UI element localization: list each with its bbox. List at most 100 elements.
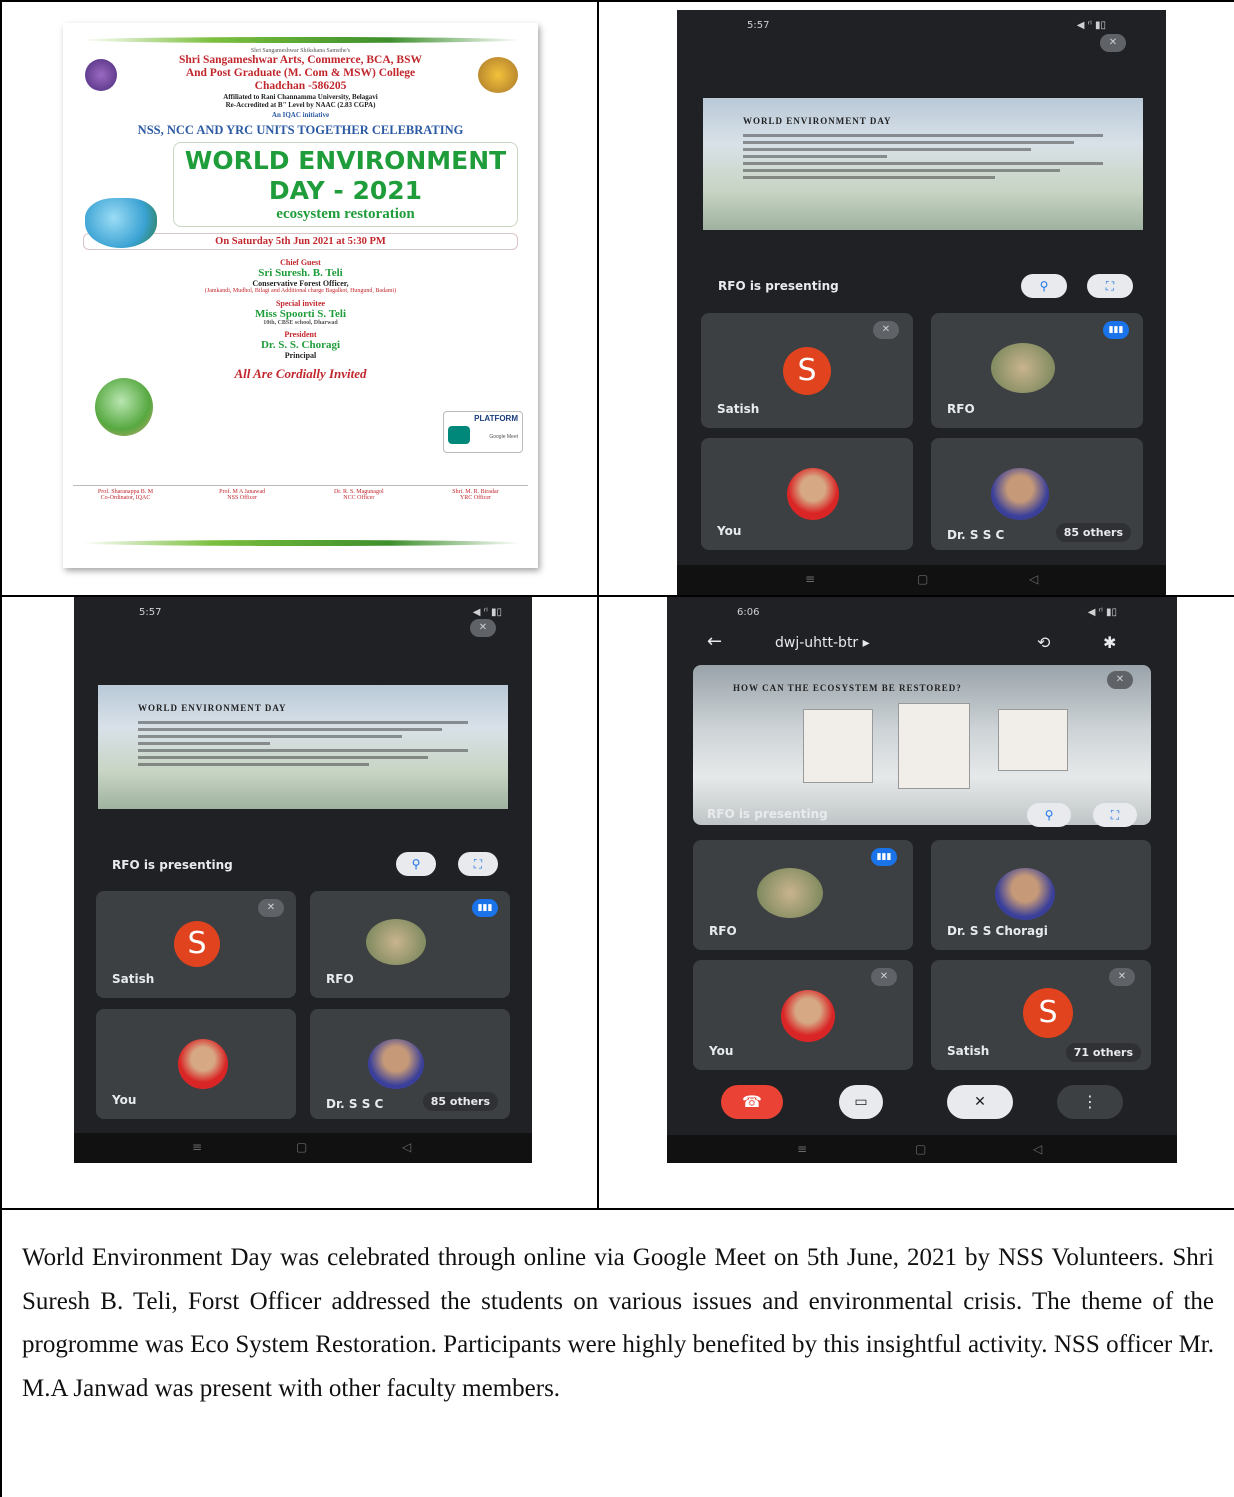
menu-icon[interactable]: ≡ xyxy=(797,1142,807,1156)
others-count: 85 others xyxy=(422,1092,498,1111)
report-caption: World Environment Day was celebrated thr… xyxy=(22,1244,1214,1402)
chief-guest-name: Sri Suresh. B. Teli xyxy=(258,267,343,279)
back-arrow-icon[interactable]: ← xyxy=(707,631,722,652)
status-icons: ◀ ʳˡ ▮▯ xyxy=(472,607,502,618)
hands-plant-icon xyxy=(95,378,153,436)
pin-button[interactable]: ⚲ xyxy=(1027,803,1071,827)
report-table: Shri Sangameshwar Shikshana Samsthe's Sh… xyxy=(0,0,1234,1497)
participant-tile[interactable]: ✕ S Satish xyxy=(96,891,296,998)
end-call-button[interactable]: ☎ xyxy=(721,1085,783,1119)
slide-title: WORLD ENVIRONMENT DAY xyxy=(138,703,287,713)
slide-title: HOW CAN THE ECOSYSTEM BE RESTORED? xyxy=(733,683,962,693)
slide-text xyxy=(743,134,1103,183)
switch-camera-icon[interactable]: ⟲ xyxy=(1037,633,1050,652)
status-time: 6:06 xyxy=(737,607,760,618)
fullscreen-button[interactable]: ⛶ xyxy=(1087,274,1133,298)
speaking-indicator-icon: ▮▮▮ xyxy=(871,848,897,866)
participant-name: RFO xyxy=(947,402,975,416)
menu-icon[interactable]: ≡ xyxy=(805,572,815,586)
special-invitee-name: Miss Spoorti S. Teli xyxy=(254,308,347,320)
android-nav-bar: ≡ ▢ ◁ xyxy=(667,1135,1177,1163)
ncc-emblem-icon xyxy=(478,57,518,93)
status-bar: 6:06 ◀ ʳˡ ▮▯ xyxy=(667,597,1177,627)
meet-screenshot-3: 6:06 ◀ ʳˡ ▮▯ ← dwj-uhtt-btr ▸ ⟲ ✱ HOW CA… xyxy=(667,597,1177,1163)
mic-off-icon: ✕ xyxy=(1109,968,1135,986)
avatar xyxy=(991,468,1049,520)
fullscreen-button[interactable]: ⛶ xyxy=(458,852,498,876)
bluetooth-icon[interactable]: ✱ xyxy=(1103,633,1116,652)
footer-person: Shri. M. R. Biradar YRC Officer xyxy=(423,489,528,501)
chief-guest-places: (Jamkandi, Mudhol, Bilagi and Additional… xyxy=(204,288,397,294)
participant-name: You xyxy=(709,1044,734,1058)
more-options-button[interactable]: ⋮ xyxy=(1057,1085,1123,1119)
decor-bar xyxy=(81,37,521,43)
college-name-3: Chadchan -586205 xyxy=(254,80,347,92)
back-icon[interactable]: ◁ xyxy=(1033,1142,1042,1156)
slide-card xyxy=(803,709,873,783)
mic-off-button[interactable]: ✕ xyxy=(947,1085,1013,1119)
others-count: 85 others xyxy=(1055,523,1131,542)
footer-role: Co-Ordinator, IQAC xyxy=(100,495,151,501)
participant-tile[interactable]: Dr. S S Choragi xyxy=(931,840,1151,950)
decor-bar xyxy=(81,540,521,546)
earth-globe-icon xyxy=(85,198,157,248)
slide-title: WORLD ENVIRONMENT DAY xyxy=(743,116,892,126)
avatar: S xyxy=(1023,988,1073,1038)
avatar xyxy=(178,1039,228,1089)
meet-screenshot-1: 5:57 ◀ ʳˡ ▮▯ ✕ WORLD ENVIRONMENT DAY RFO… xyxy=(677,10,1166,595)
home-icon[interactable]: ▢ xyxy=(915,1142,926,1156)
platform-label: PLATFORM xyxy=(474,414,518,423)
back-icon[interactable]: ◁ xyxy=(1029,572,1038,586)
participant-tile[interactable]: ▮▮▮ RFO xyxy=(931,313,1143,428)
status-time: 5:57 xyxy=(139,607,162,618)
special-invitee-detail: 10th, CBSE school, Dharwad xyxy=(263,320,338,326)
table-border xyxy=(0,1208,1234,1210)
participant-name: Dr. S S C xyxy=(947,528,1005,542)
accreditation: Re-Accredited at B" Level by NAAC (2.83 … xyxy=(225,101,376,109)
mic-off-icon: ✕ xyxy=(1100,34,1126,52)
fullscreen-button[interactable]: ⛶ xyxy=(1093,803,1137,827)
event-poster: Shri Sangameshwar Shikshana Samsthe's Sh… xyxy=(63,23,538,568)
college-name-1: Shri Sangameshwar Arts, Commerce, BCA, B… xyxy=(179,54,422,66)
presenting-label: RFO is presenting xyxy=(707,807,828,821)
participant-tile[interactable]: ▮▮▮ RFO xyxy=(310,891,510,998)
avatar: S xyxy=(783,347,831,395)
mic-off-icon: ✕ xyxy=(1107,671,1133,689)
pin-button[interactable]: ⚲ xyxy=(1021,274,1067,298)
meeting-code[interactable]: dwj-uhtt-btr ▸ xyxy=(775,635,870,651)
avatar xyxy=(781,990,835,1042)
chevron-right-icon: ▸ xyxy=(862,635,870,651)
president-label: President xyxy=(284,330,317,339)
status-time: 5:57 xyxy=(747,20,770,31)
footer-role: NCC Officer xyxy=(343,495,375,501)
avatar xyxy=(991,343,1055,393)
pin-button[interactable]: ⚲ xyxy=(396,852,436,876)
participant-name: RFO xyxy=(326,972,354,986)
participant-tile[interactable]: Dr. S S C 85 others xyxy=(310,1009,510,1119)
participant-tile[interactable]: ▮▮▮ RFO xyxy=(693,840,913,950)
affiliation: Affiliated to Rani Channamma University,… xyxy=(223,93,378,101)
presentation-slide: WORLD ENVIRONMENT DAY xyxy=(703,98,1143,230)
participant-name: Satish xyxy=(717,402,760,416)
back-icon[interactable]: ◁ xyxy=(402,1140,411,1154)
avatar xyxy=(757,868,823,918)
participant-tile[interactable]: ✕ S Satish 71 others xyxy=(931,960,1151,1070)
participant-tile[interactable]: ✕ S Satish xyxy=(701,313,913,428)
platform-box: PLATFORM Google Meet xyxy=(443,411,523,453)
participant-tile[interactable]: ✕ You xyxy=(693,960,913,1070)
college-emblem-icon xyxy=(85,59,117,91)
participant-tile[interactable]: You xyxy=(701,438,913,550)
speaking-indicator-icon: ▮▮▮ xyxy=(1103,321,1129,339)
mic-off-icon: ✕ xyxy=(258,899,284,917)
platform-name: Google Meet xyxy=(489,434,518,440)
footer-person: Dr. R. S. Magunagol NCC Officer xyxy=(306,489,411,501)
home-icon[interactable]: ▢ xyxy=(917,572,928,586)
home-icon[interactable]: ▢ xyxy=(296,1140,307,1154)
menu-icon[interactable]: ≡ xyxy=(192,1140,202,1154)
participant-name: You xyxy=(717,524,742,538)
mic-off-icon: ✕ xyxy=(470,619,496,637)
participant-tile[interactable]: You xyxy=(96,1009,296,1119)
camera-off-button[interactable]: ▭ xyxy=(839,1085,883,1119)
participant-tile[interactable]: Dr. S S C 85 others xyxy=(931,438,1143,550)
units-line: NSS, NCC AND YRC UNITS TOGETHER CELEBRAT… xyxy=(137,123,464,137)
